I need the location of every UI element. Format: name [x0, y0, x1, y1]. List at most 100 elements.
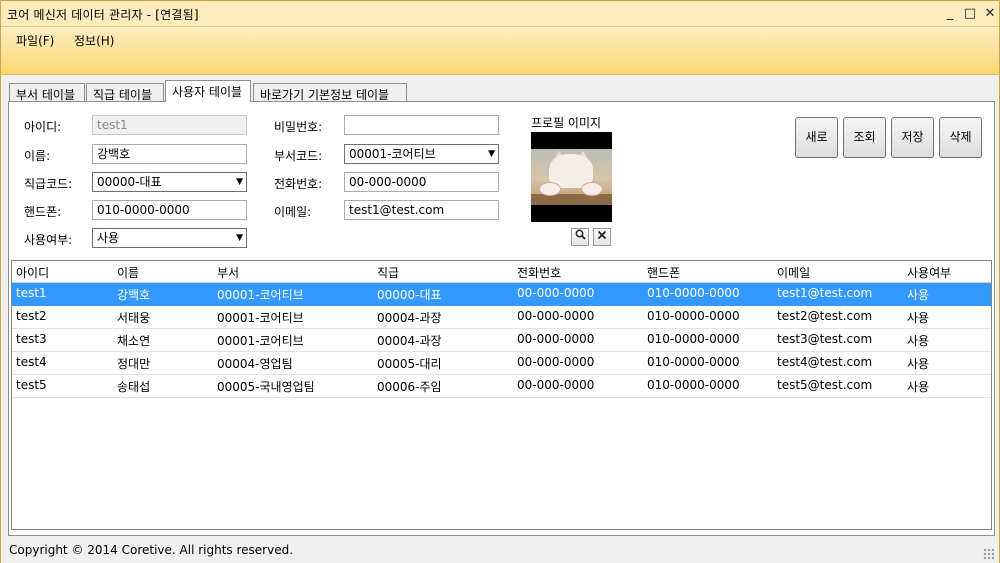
search-icon — [575, 229, 586, 240]
cell-rank: 00004-과장 — [377, 311, 442, 325]
table-row[interactable]: test2 서태웅 00001-코어티브 00004-과장 00-000-000… — [12, 306, 991, 329]
resize-grip-icon[interactable] — [983, 548, 995, 560]
column-header-phone[interactable]: 전화번호 — [517, 264, 561, 281]
cell-phone: 00-000-0000 — [517, 286, 595, 300]
remove-image-button[interactable] — [593, 228, 611, 246]
copyright-text: Copyright © 2014 Coretive. All rights re… — [9, 543, 294, 557]
cell-usage: 사용 — [907, 288, 930, 302]
close-icon — [597, 230, 607, 240]
tab-department-table[interactable]: 부서 테이블 — [9, 83, 85, 102]
id-field: test1 — [92, 115, 247, 135]
tab-shortcut-info-table[interactable]: 바로가기 기본정보 테이블 — [253, 83, 407, 102]
phone-field[interactable]: 00-000-0000 — [344, 172, 499, 192]
search-button[interactable]: 조회 — [843, 117, 886, 158]
mobile-label: 핸드폰: — [24, 205, 62, 219]
user-data-grid[interactable]: 아이디 이름 부서 직급 전화번호 핸드폰 이메일 사용여부 test1 강백호… — [11, 260, 992, 530]
cell-rank: 00004-과장 — [377, 334, 442, 348]
column-header-id[interactable]: 아이디 — [16, 264, 49, 281]
cell-email: test1@test.com — [777, 286, 873, 300]
menu-info[interactable]: 정보(H) — [74, 32, 114, 49]
password-label: 비밀번호: — [274, 120, 323, 134]
title-bar[interactable]: 코어 메신저 데이터 관리자 - [연결됨] _ □ ✕ — [1, 1, 999, 27]
cell-email: test5@test.com — [777, 378, 873, 392]
table-row[interactable]: test1 강백호 00001-코어티브 00000-대표 00-000-000… — [12, 283, 991, 306]
cell-mobile: 010-0000-0000 — [647, 378, 740, 392]
rank-code-select[interactable]: 00000-대표 ▼ — [92, 172, 247, 192]
cell-name: 정대만 — [117, 357, 151, 371]
password-field[interactable] — [344, 115, 499, 135]
usage-value: 사용 — [97, 231, 120, 245]
table-row[interactable]: test5 송태섭 00005-국내영업팀 00006-주임 00-000-00… — [12, 375, 991, 398]
delete-button[interactable]: 삭제 — [939, 117, 982, 158]
table-row[interactable]: test4 정대만 00004-영업팀 00005-대리 00-000-0000… — [12, 352, 991, 375]
column-header-mobile[interactable]: 핸드폰 — [647, 264, 680, 281]
column-header-dept[interactable]: 부서 — [217, 264, 239, 281]
cell-rank: 00000-대표 — [377, 288, 442, 302]
name-label: 이름: — [24, 149, 51, 163]
table-row[interactable]: test3 채소연 00001-코어티브 00004-과장 00-000-000… — [12, 329, 991, 352]
cell-phone: 00-000-0000 — [517, 355, 595, 369]
cell-dept: 00001-코어티브 — [217, 288, 304, 302]
column-header-rank[interactable]: 직급 — [377, 264, 399, 281]
column-header-email[interactable]: 이메일 — [777, 264, 810, 281]
window-title: 코어 메신저 데이터 관리자 - [연결됨] — [7, 8, 199, 22]
column-header-name[interactable]: 이름 — [117, 264, 139, 281]
cell-id: test5 — [16, 378, 47, 392]
dept-code-value: 00001-코어티브 — [349, 147, 436, 161]
cell-phone: 00-000-0000 — [517, 332, 595, 346]
cell-id: test2 — [16, 309, 47, 323]
menu-bar: 파일(F) 정보(H) — [1, 27, 999, 75]
email-field[interactable]: test1@test.com — [344, 200, 499, 220]
cell-usage: 사용 — [907, 380, 930, 394]
maximize-button[interactable]: □ — [961, 5, 979, 23]
name-field[interactable]: 강백호 — [92, 144, 247, 164]
cell-name: 강백호 — [117, 288, 151, 302]
usage-label: 사용여부: — [24, 233, 73, 247]
tab-rank-table[interactable]: 직급 테이블 — [86, 83, 164, 102]
cell-rank: 00006-주임 — [377, 380, 442, 394]
column-header-usage[interactable]: 사용여부 — [907, 264, 951, 281]
profile-image-label: 프로필 이미지 — [531, 116, 602, 130]
phone-label: 전화번호: — [274, 177, 323, 191]
cell-dept: 00005-국내영업팀 — [217, 380, 315, 394]
cell-email: test2@test.com — [777, 309, 873, 323]
save-button[interactable]: 저장 — [891, 117, 934, 158]
chevron-down-icon: ▼ — [236, 177, 243, 187]
email-label: 이메일: — [274, 205, 312, 219]
dept-code-select[interactable]: 00001-코어티브 ▼ — [344, 144, 499, 164]
minimize-button[interactable]: _ — [941, 5, 959, 23]
cell-mobile: 010-0000-0000 — [647, 355, 740, 369]
cell-dept: 00004-영업팀 — [217, 357, 293, 371]
app-window: 코어 메신저 데이터 관리자 - [연결됨] _ □ ✕ 파일(F) 정보(H)… — [0, 0, 1000, 563]
cell-id: test1 — [16, 286, 47, 300]
cell-dept: 00001-코어티브 — [217, 311, 304, 325]
cell-mobile: 010-0000-0000 — [647, 332, 740, 346]
cell-usage: 사용 — [907, 334, 930, 348]
status-bar: Copyright © 2014 Coretive. All rights re… — [1, 539, 999, 563]
dept-code-label: 부서코드: — [274, 149, 323, 163]
id-label: 아이디: — [24, 120, 62, 134]
cell-mobile: 010-0000-0000 — [647, 309, 740, 323]
close-button[interactable]: ✕ — [981, 5, 999, 23]
tab-user-table[interactable]: 사용자 테이블 — [165, 80, 251, 102]
mobile-field[interactable]: 010-0000-0000 — [92, 200, 247, 220]
usage-select[interactable]: 사용 ▼ — [92, 228, 247, 248]
cell-usage: 사용 — [907, 311, 930, 325]
cell-dept: 00001-코어티브 — [217, 334, 304, 348]
browse-image-button[interactable] — [571, 228, 589, 246]
cell-email: test3@test.com — [777, 332, 873, 346]
menu-file[interactable]: 파일(F) — [16, 32, 54, 49]
cell-id: test3 — [16, 332, 47, 346]
rank-code-label: 직급코드: — [24, 177, 73, 191]
user-table-panel: 아이디: test1 이름: 강백호 직급코드: 00000-대표 ▼ 핸드폰:… — [8, 101, 995, 536]
cell-name: 서태웅 — [117, 311, 151, 325]
chevron-down-icon: ▼ — [488, 149, 495, 159]
cell-id: test4 — [16, 355, 47, 369]
rank-code-value: 00000-대표 — [97, 175, 162, 189]
cell-name: 송태섭 — [117, 380, 151, 394]
cell-mobile: 010-0000-0000 — [647, 286, 740, 300]
cell-phone: 00-000-0000 — [517, 309, 595, 323]
chevron-down-icon: ▼ — [236, 233, 243, 243]
cell-name: 채소연 — [117, 334, 151, 348]
new-button[interactable]: 새로 — [795, 117, 838, 158]
